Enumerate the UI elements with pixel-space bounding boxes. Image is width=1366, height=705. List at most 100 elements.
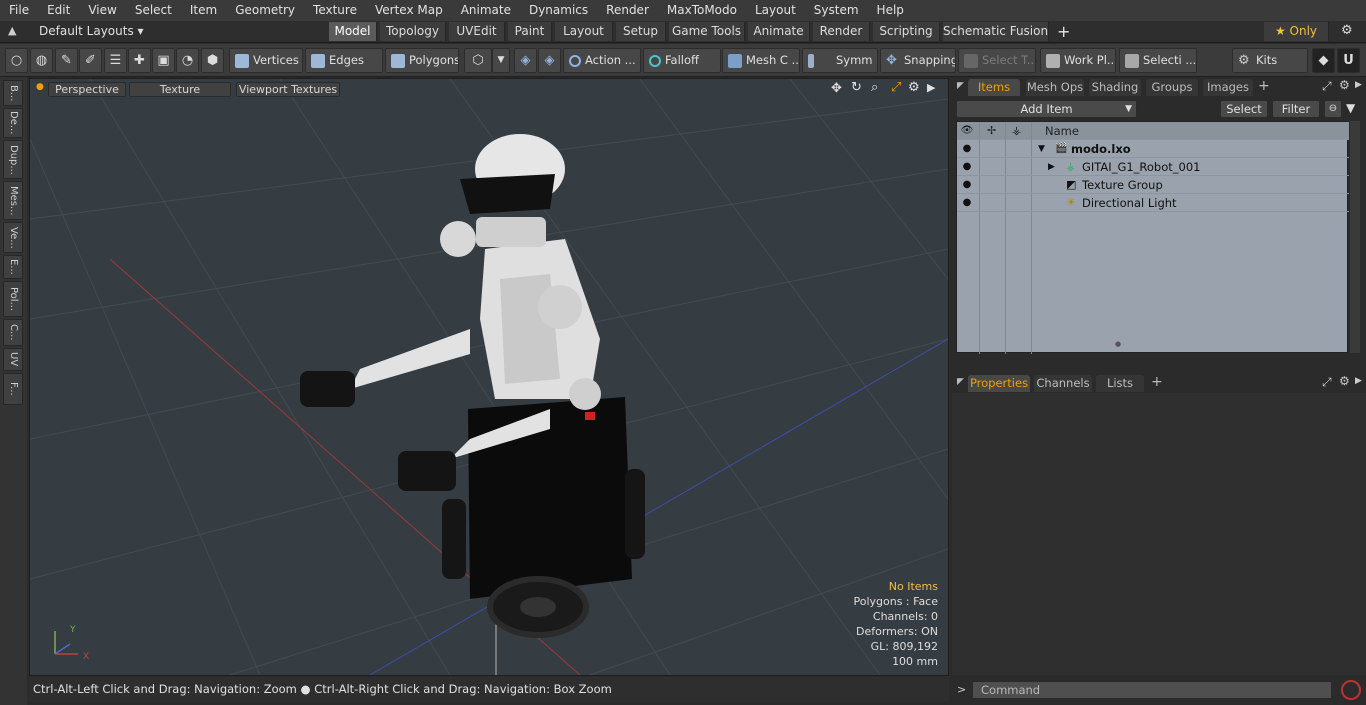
menu-maxtomodo[interactable]: MaxToModo: [658, 0, 746, 21]
robot-model[interactable]: [300, 134, 645, 638]
align-icon[interactable]: ☰: [104, 48, 127, 73]
left-tab-8[interactable]: C...: [3, 319, 23, 346]
left-tab-4[interactable]: Mes...: [3, 181, 23, 220]
add-properties-tab-button[interactable]: +: [1151, 374, 1163, 390]
properties-panel-menu-icon[interactable]: ◤: [957, 377, 964, 387]
left-tab-7[interactable]: Pol...: [3, 281, 23, 317]
menu-select[interactable]: Select: [126, 0, 181, 21]
left-tab-9[interactable]: UV: [3, 348, 23, 371]
3d-viewport[interactable]: Y X ● Perspective Texture Viewport Textu…: [29, 78, 949, 676]
pen-tool-icon[interactable]: ✎: [55, 48, 78, 73]
maximize-icon[interactable]: ⤢: [891, 80, 901, 95]
expand-triangle-icon[interactable]: ▼: [1038, 140, 1045, 158]
symmetry-button[interactable]: Symm ...: [802, 48, 878, 73]
layout-tab-schematic-fusion[interactable]: Schematic Fusion: [943, 22, 1049, 41]
center-icon[interactable]: ✚: [128, 48, 151, 73]
properties-expand-icon[interactable]: ⤢: [1322, 375, 1332, 390]
menu-item[interactable]: Item: [181, 0, 226, 21]
menu-edit[interactable]: Edit: [38, 0, 79, 21]
properties-tab-properties[interactable]: Properties: [968, 375, 1030, 392]
left-tab-10[interactable]: F...: [3, 373, 23, 405]
menu-animate[interactable]: Animate: [452, 0, 520, 21]
viewport-expand-arrow-icon[interactable]: ▶: [927, 81, 935, 94]
add-layout-tab-button[interactable]: +: [1057, 21, 1070, 42]
item-list-scrollbar[interactable]: [1350, 121, 1360, 353]
filter-button[interactable]: Filter: [1272, 100, 1320, 118]
viewport-menu-dot-icon[interactable]: ●: [36, 82, 44, 92]
action-center-button[interactable]: Action ...: [563, 48, 641, 73]
layout-tab-setup[interactable]: Setup: [616, 22, 666, 41]
circle-select-icon[interactable]: ○: [5, 48, 28, 73]
layout-tab-render[interactable]: Render: [813, 22, 870, 41]
menu-help[interactable]: Help: [868, 0, 913, 21]
only-toggle[interactable]: ★ Only: [1264, 22, 1329, 41]
unreal-icon[interactable]: U: [1337, 48, 1360, 73]
settings-gear-icon[interactable]: ⚙: [1341, 23, 1353, 38]
layout-tab-paint[interactable]: Paint: [508, 22, 552, 41]
select-through-button[interactable]: Select T...: [958, 48, 1036, 73]
viewport-settings-icon[interactable]: ⚙: [908, 80, 920, 95]
edges-mode-button[interactable]: Edges: [305, 48, 383, 73]
layout-tab-uvedit[interactable]: UVEdit: [449, 22, 505, 41]
properties-gear-icon[interactable]: ⚙: [1339, 374, 1350, 388]
menu-system[interactable]: System: [805, 0, 868, 21]
list-item-texture-group[interactable]: ● ◩ Texture Group: [957, 176, 1349, 194]
globe-icon[interactable]: ◍: [30, 48, 53, 73]
panel-tab-groups[interactable]: Groups: [1146, 79, 1198, 96]
add-item-dropdown[interactable]: Add Item ▼: [956, 100, 1137, 118]
menu-vertex-map[interactable]: Vertex Map: [366, 0, 452, 21]
viewport-canvas[interactable]: Y X: [30, 79, 948, 675]
visibility-eye-icon[interactable]: ●: [959, 176, 975, 194]
pan-icon[interactable]: ✥: [831, 81, 842, 96]
visibility-eye-icon[interactable]: ●: [959, 158, 975, 176]
menu-layout[interactable]: Layout: [746, 0, 805, 21]
menu-view[interactable]: View: [79, 0, 125, 21]
snapping-button[interactable]: ✥ Snapping: [880, 48, 956, 73]
layout-tab-game-tools[interactable]: Game Tools: [669, 22, 745, 41]
menu-texture[interactable]: Texture: [304, 0, 366, 21]
list-resize-handle-icon[interactable]: ●: [1115, 340, 1121, 348]
record-macro-icon[interactable]: [1341, 680, 1361, 700]
polygons-mode-button[interactable]: Polygons: [385, 48, 459, 73]
menu-dynamics[interactable]: Dynamics: [520, 0, 597, 21]
layout-tab-animate[interactable]: Animate: [748, 22, 810, 41]
layout-tab-topology[interactable]: Topology: [380, 22, 446, 41]
layout-tab-layout[interactable]: Layout: [555, 22, 613, 41]
left-tab-6[interactable]: E...: [3, 255, 23, 279]
symmetry-x-icon[interactable]: ◈: [514, 48, 537, 73]
square-select-icon[interactable]: ▣: [152, 48, 175, 73]
panel-tab-items[interactable]: Items: [968, 79, 1020, 96]
visibility-eye-icon[interactable]: ●: [959, 140, 975, 158]
panel-tab-images[interactable]: Images: [1203, 79, 1253, 96]
shading-texture-button[interactable]: Texture: [129, 82, 231, 97]
view-perspective-button[interactable]: Perspective: [48, 82, 126, 97]
layout-tab-scripting[interactable]: Scripting: [873, 22, 940, 41]
material-mode-icon[interactable]: ⬡: [464, 48, 492, 73]
item-list[interactable]: 👁 ✢ ⚶ Name ● ▼ 🎬 modo.lxo ● ▶ ⚶ GITAI_G1…: [956, 121, 1349, 354]
name-column-header[interactable]: Name: [1045, 122, 1079, 140]
panel-tab-shading[interactable]: Shading: [1089, 79, 1141, 96]
add-items-tab-button[interactable]: +: [1258, 78, 1270, 94]
panel-tab-mesh-ops[interactable]: Mesh Ops: [1026, 79, 1084, 96]
brush-icon[interactable]: ✐: [79, 48, 102, 73]
layout-home-icon[interactable]: ▲: [8, 24, 16, 37]
left-tab-1[interactable]: B...: [3, 80, 23, 106]
mesh-constraint-button[interactable]: Mesh C ...: [722, 48, 800, 73]
list-item-directional-light[interactable]: ● ☀ Directional Light: [957, 194, 1349, 212]
vertices-mode-button[interactable]: Vertices: [229, 48, 303, 73]
command-input[interactable]: Command: [972, 681, 1332, 699]
falloff-button[interactable]: Falloff: [643, 48, 721, 73]
menu-file[interactable]: File: [0, 0, 38, 21]
selection-sets-button[interactable]: Selecti ...: [1119, 48, 1197, 73]
work-plane-button[interactable]: Work Pl...: [1040, 48, 1116, 73]
dropdown-chevron-icon[interactable]: ▼: [492, 48, 510, 73]
ring-icon[interactable]: ◔: [176, 48, 199, 73]
items-panel-expand-icon[interactable]: ⤢: [1322, 79, 1332, 94]
unity-icon[interactable]: ◆: [1312, 48, 1335, 73]
zoom-icon[interactable]: ⌕: [871, 80, 878, 95]
properties-tab-lists[interactable]: Lists: [1096, 375, 1144, 392]
symmetry-y-icon[interactable]: ◈: [538, 48, 561, 73]
funnel-filter-icon[interactable]: ▼: [1346, 101, 1355, 115]
collapse-icon[interactable]: ⊖: [1324, 100, 1342, 118]
left-tab-5[interactable]: Ve...: [3, 222, 23, 253]
